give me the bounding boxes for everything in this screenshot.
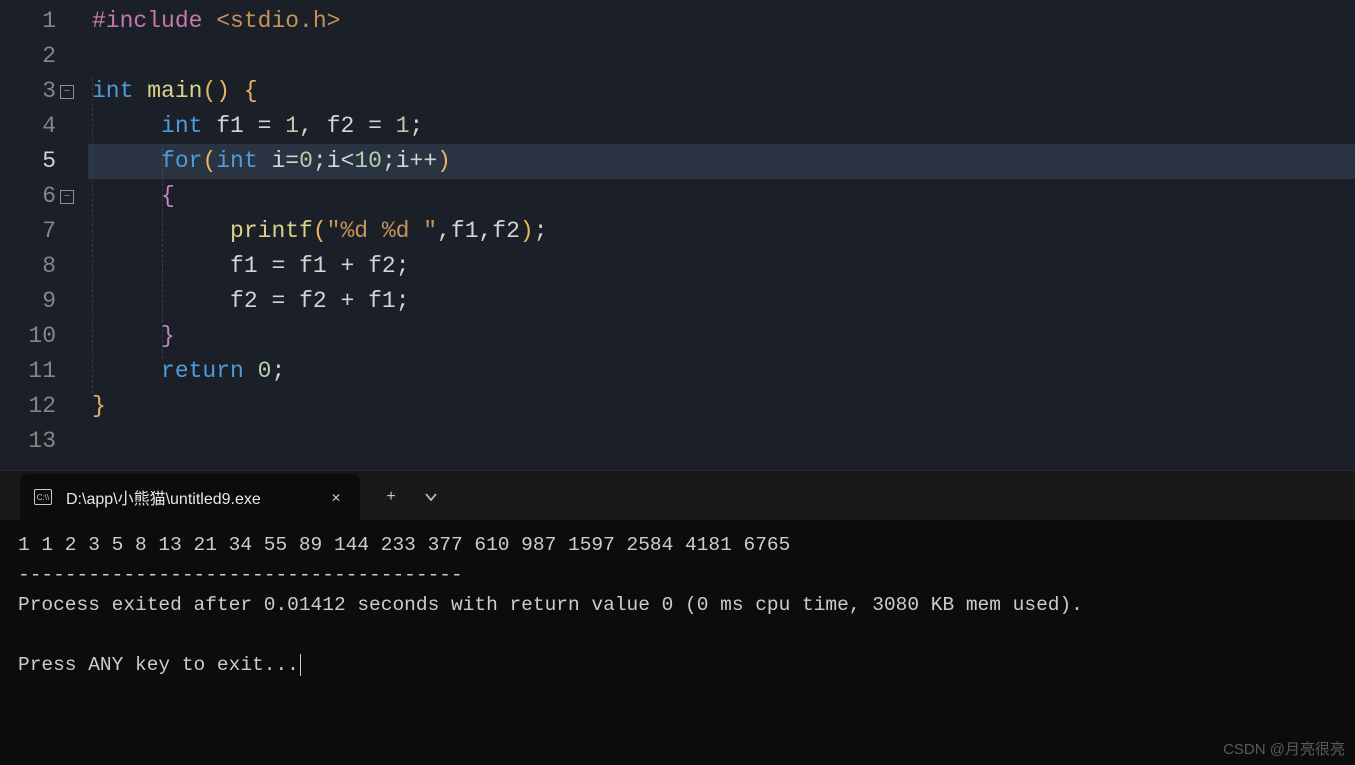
line-number: 7 [0,214,80,249]
close-icon[interactable]: ✕ [326,488,346,507]
program-output: 1 1 2 3 5 8 13 21 34 55 89 144 233 377 6… [18,534,790,556]
code-line[interactable]: f2 = f2 + f1; [88,284,1355,319]
fold-icon[interactable]: − [60,85,74,99]
code-line[interactable]: #include <stdio.h> [88,4,1355,39]
terminal-icon: C:\\ [34,489,52,505]
line-number: 2 [0,39,80,74]
code-line[interactable]: int main() { [88,74,1355,109]
code-line[interactable]: for(int i=0;i<10;i++) [88,144,1355,179]
line-number: 12 [0,389,80,424]
fold-icon[interactable]: − [60,190,74,204]
watermark: CSDN @月亮很亮 [1223,738,1345,759]
code-editor[interactable]: 123−456−78910111213 #include <stdio.h>in… [0,0,1355,470]
code-line[interactable]: } [88,389,1355,424]
line-number: 8 [0,249,80,284]
line-number: 4 [0,109,80,144]
code-line[interactable] [88,39,1355,74]
code-line[interactable]: printf("%d %d ",f1,f2); [88,214,1355,249]
line-number: 6− [0,179,80,214]
exit-prompt: Press ANY key to exit... [18,654,299,676]
line-number: 11 [0,354,80,389]
code-line[interactable]: f1 = f1 + f2; [88,249,1355,284]
line-number: 10 [0,319,80,354]
terminal-tab-bar: C:\\ D:\app\小熊猫\untitled9.exe ✕ + [0,470,1355,520]
code-line[interactable]: return 0; [88,354,1355,389]
tab-dropdown-button[interactable] [412,477,450,517]
line-number: 9 [0,284,80,319]
code-line[interactable] [88,424,1355,459]
code-line[interactable]: } [88,319,1355,354]
code-line[interactable]: int f1 = 1, f2 = 1; [88,109,1355,144]
terminal-tab[interactable]: C:\\ D:\app\小熊猫\untitled9.exe ✕ [20,474,360,520]
new-tab-button[interactable]: + [370,477,412,517]
terminal-tab-title: D:\app\小熊猫\untitled9.exe [66,485,312,509]
separator-line: -------------------------------------- [18,564,463,586]
line-number: 3− [0,74,80,109]
terminal-output: 1 1 2 3 5 8 13 21 34 55 89 144 233 377 6… [0,520,1355,690]
terminal-panel: C:\\ D:\app\小熊猫\untitled9.exe ✕ + 1 1 2 … [0,470,1355,765]
line-number: 5 [0,144,80,179]
terminal-cursor [300,654,301,676]
exit-message: Process exited after 0.01412 seconds wit… [18,594,1083,616]
line-number: 13 [0,424,80,459]
code-content[interactable]: #include <stdio.h> int main() { int f1 = … [88,4,1355,459]
line-number-gutter: 123−456−78910111213 [0,4,88,459]
line-number: 1 [0,4,80,39]
code-line[interactable]: { [88,179,1355,214]
